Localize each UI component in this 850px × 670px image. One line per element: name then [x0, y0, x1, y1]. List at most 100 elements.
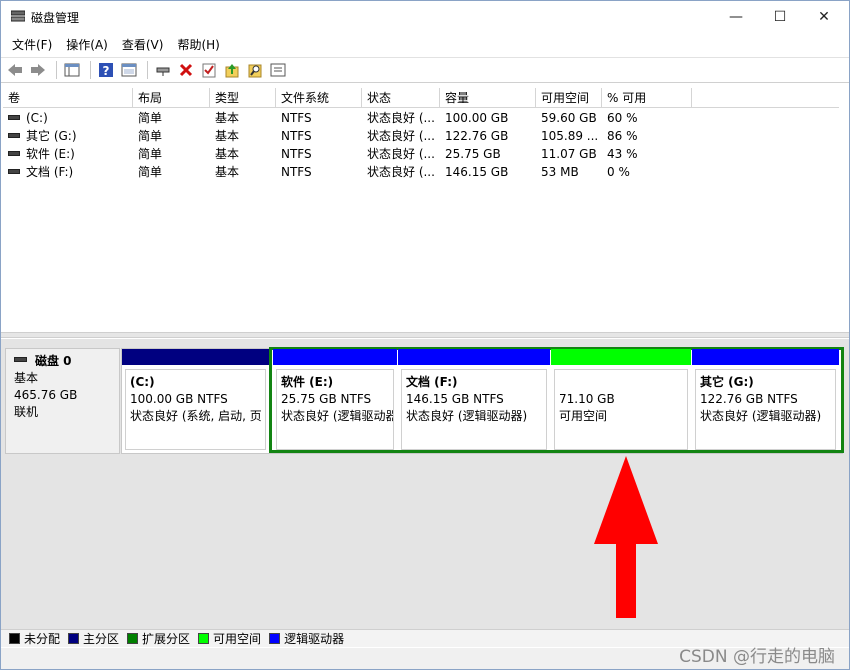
volume-name: (C:) — [26, 111, 48, 125]
column-percent-free[interactable]: % 可用 — [602, 88, 692, 108]
partition-strip: (C:) 100.00 GB NTFS 状态良好 (系统, 启动, 页 软件 (… — [121, 347, 844, 454]
back-button[interactable] — [5, 60, 25, 80]
partition-size: 71.10 GB — [559, 392, 615, 406]
partition-name: 软件 (E:) — [281, 375, 334, 389]
connect-button[interactable] — [153, 60, 173, 80]
partition-status: 可用空间 — [559, 409, 608, 423]
legend-item: 未分配 — [9, 630, 60, 647]
partition-g[interactable]: 其它 (G:) 122.76 GB NTFS 状态良好 (逻辑驱动器) — [692, 349, 839, 453]
column-capacity[interactable]: 容量 — [440, 88, 536, 108]
toolbar-separator — [56, 61, 57, 79]
legend-swatch — [9, 633, 20, 644]
volume-list: 卷 布局 类型 文件系统 状态 容量 可用空间 % 可用 (C:) 简单 基本 … — [3, 88, 839, 332]
search-button[interactable] — [245, 60, 265, 80]
column-volume[interactable]: 卷 — [3, 88, 133, 108]
partition-free-space[interactable]: 71.10 GB 可用空间 — [551, 349, 691, 453]
up-button[interactable] — [222, 60, 242, 80]
menu-file[interactable]: 文件(F) — [7, 35, 57, 55]
legend-swatch — [198, 633, 210, 644]
title-bar: 磁盘管理 — ☐ ✕ — [1, 1, 849, 33]
minimize-icon: — — [729, 9, 743, 25]
status-cell: 状态良好 (... — [367, 165, 435, 179]
type-cell: 基本 — [215, 129, 240, 143]
disk-icon — [14, 357, 27, 362]
partition-status: 状态良好 (逻辑驱动器 — [281, 409, 394, 423]
toolbar-separator — [90, 61, 91, 79]
partition-color-bar — [122, 349, 269, 365]
check-icon — [202, 63, 216, 78]
delete-button[interactable] — [176, 60, 196, 80]
type-cell: 基本 — [215, 165, 240, 179]
partition-f[interactable]: 文档 (F:) 146.15 GB NTFS 状态良好 (逻辑驱动器) — [398, 349, 550, 453]
column-layout[interactable]: 布局 — [133, 88, 210, 108]
volume-icon — [8, 133, 20, 138]
column-filesystem[interactable]: 文件系统 — [276, 88, 362, 108]
disk-info-panel[interactable]: 磁盘 0 基本 465.76 GB 联机 — [5, 348, 120, 454]
minimize-button[interactable]: — — [713, 1, 759, 33]
volume-row[interactable]: 软件 (E:) 简单 基本 NTFS 状态良好 (... 25.75 GB 11… — [3, 145, 839, 163]
column-type[interactable]: 类型 — [210, 88, 276, 108]
pane-splitter[interactable] — [1, 332, 849, 338]
disk-type: 基本 — [14, 371, 39, 385]
partition-body: 71.10 GB 可用空间 — [554, 369, 688, 450]
percent-free-cell: 43 % — [607, 147, 638, 161]
volume-row[interactable]: 其它 (G:) 简单 基本 NTFS 状态良好 (... 122.76 GB 1… — [3, 127, 839, 145]
volume-row[interactable]: (C:) 简单 基本 NTFS 状态良好 (... 100.00 GB 59.6… — [3, 109, 839, 127]
free-space-cell: 59.60 GB — [541, 111, 597, 125]
partition-color-bar — [398, 349, 550, 365]
column-free-space[interactable]: 可用空间 — [536, 88, 602, 108]
partition-status: 状态良好 (逻辑驱动器) — [406, 409, 528, 423]
maximize-button[interactable]: ☐ — [757, 1, 803, 33]
console-tree-button[interactable] — [62, 60, 82, 80]
partition-name — [559, 374, 683, 391]
status-cell: 状态良好 (... — [367, 111, 435, 125]
volume-row[interactable]: 文档 (F:) 简单 基本 NTFS 状态良好 (... 146.15 GB 5… — [3, 163, 839, 181]
close-button[interactable]: ✕ — [801, 1, 847, 33]
partition-c[interactable]: (C:) 100.00 GB NTFS 状态良好 (系统, 启动, 页 — [122, 349, 269, 453]
column-status[interactable]: 状态 — [362, 88, 440, 108]
legend-swatch — [127, 633, 139, 644]
partition-size: 146.15 GB NTFS — [406, 392, 504, 406]
up-icon — [225, 64, 239, 78]
legend-label: 扩展分区 — [142, 632, 191, 646]
partition-size: 122.76 GB NTFS — [700, 392, 798, 406]
help-button[interactable]: ? — [96, 60, 116, 80]
partition-name: 文档 (F:) — [406, 375, 458, 389]
menu-help[interactable]: 帮助(H) — [172, 35, 224, 55]
partition-color-bar — [551, 349, 691, 365]
disk-management-window: 磁盘管理 — ☐ ✕ 文件(F) 操作(A) 查看(V) 帮助(H) ? 卷 布… — [0, 0, 850, 670]
properties-button[interactable] — [268, 60, 288, 80]
watermark: CSDN @行走的电脑 — [679, 647, 835, 667]
legend-label: 可用空间 — [213, 632, 262, 646]
partition-body: 其它 (G:) 122.76 GB NTFS 状态良好 (逻辑驱动器) — [695, 369, 836, 450]
menu-action[interactable]: 操作(A) — [61, 35, 113, 55]
forward-icon — [31, 64, 45, 76]
volume-list-header: 卷 布局 类型 文件系统 状态 容量 可用空间 % 可用 — [3, 88, 839, 108]
console-tree-icon — [64, 63, 80, 77]
view-icon — [121, 63, 137, 77]
toolbar: ? — [1, 57, 849, 83]
capacity-cell: 122.76 GB — [445, 129, 509, 143]
connect-icon — [156, 67, 170, 76]
partition-e[interactable]: 软件 (E:) 25.75 GB NTFS 状态良好 (逻辑驱动器 — [273, 349, 397, 453]
disk-size: 465.76 GB — [14, 388, 78, 402]
filesystem-cell: NTFS — [281, 165, 312, 179]
check-button[interactable] — [199, 60, 219, 80]
layout-cell: 简单 — [138, 147, 163, 161]
legend-label: 主分区 — [83, 632, 120, 646]
partition-body: 文档 (F:) 146.15 GB NTFS 状态良好 (逻辑驱动器) — [401, 369, 547, 450]
volume-icon — [8, 151, 20, 156]
view-button[interactable] — [119, 60, 139, 80]
partition-body: 软件 (E:) 25.75 GB NTFS 状态良好 (逻辑驱动器 — [276, 369, 394, 450]
type-cell: 基本 — [215, 111, 240, 125]
forward-button[interactable] — [28, 60, 48, 80]
menu-bar: 文件(F) 操作(A) 查看(V) 帮助(H) — [1, 34, 849, 56]
legend-item: 扩展分区 — [127, 630, 190, 647]
capacity-cell: 146.15 GB — [445, 165, 509, 179]
legend-swatch — [68, 633, 80, 644]
partition-size: 100.00 GB NTFS — [130, 392, 228, 406]
window-title: 磁盘管理 — [31, 11, 80, 25]
properties-icon — [270, 63, 286, 77]
menu-view[interactable]: 查看(V) — [117, 35, 169, 55]
percent-free-cell: 0 % — [607, 165, 630, 179]
